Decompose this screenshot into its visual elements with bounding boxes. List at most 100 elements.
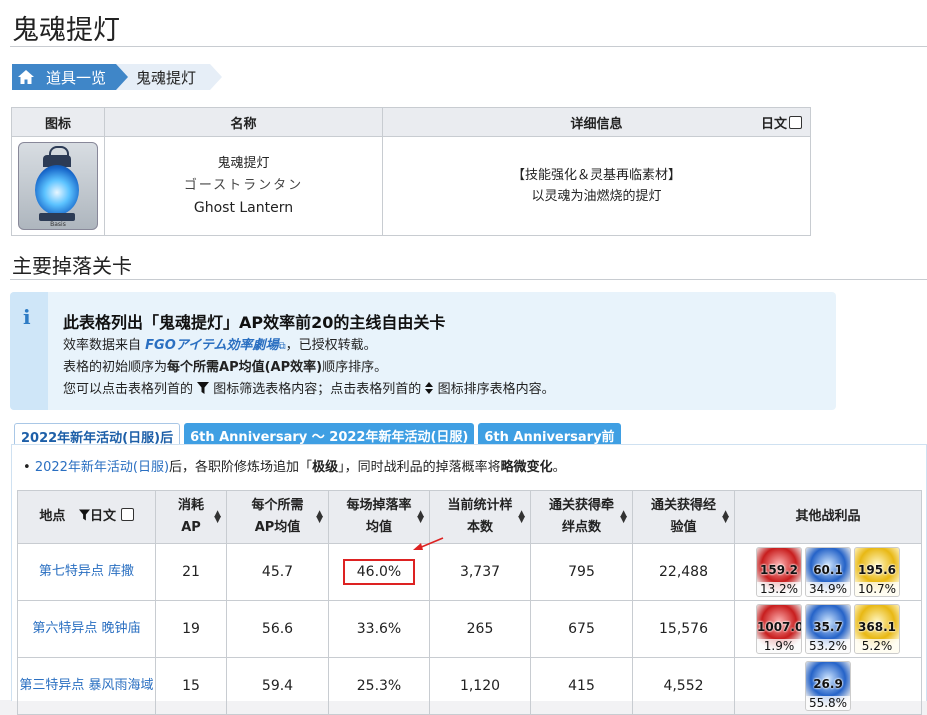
sort-icon[interactable]: ▲ ▼ xyxy=(722,510,729,525)
col-rate-line1: 每场掉落率 xyxy=(346,498,412,513)
drop-item-value: 26.9 xyxy=(813,677,843,691)
sort-icon xyxy=(425,382,434,394)
notice-line3-a: 您可以点击表格列首的 xyxy=(63,382,194,397)
location-cell: 第三特异点 暴风雨海域 xyxy=(17,657,156,715)
note-text-a: 后，各职阶修炼场追加「 xyxy=(169,460,313,475)
event-link[interactable]: 2022年新年活动(日服) xyxy=(35,460,169,475)
col-location-label: 地点 xyxy=(39,509,66,524)
exp-cell: 15,576 xyxy=(659,621,708,637)
location-cell: 第七特异点 库撒 xyxy=(17,543,156,601)
filter-icon xyxy=(197,382,210,394)
bond-cell: 675 xyxy=(568,621,595,637)
page: 鬼魂提灯 道具一览 鬼魂提灯 图标 名称 详细信息 日文 Basis 鬼魂提灯 … xyxy=(0,0,927,715)
drop-item-icon[interactable]: 159.2 13.2% xyxy=(756,547,802,597)
jp-toggle-checkbox[interactable] xyxy=(789,116,802,129)
col-other-drops: 其他战利品 xyxy=(734,490,922,544)
ap-cell: 19 xyxy=(155,600,227,658)
col-bond[interactable]: 通关获得牵 绊点数 ▲ ▼ xyxy=(530,490,633,544)
drop-item-icon[interactable]: 1007.0 1.9% xyxy=(756,604,802,654)
item-name-cell: 鬼魂提灯 ゴーストランタン Ghost Lantern xyxy=(104,136,383,236)
drop-item-rate: 1.9% xyxy=(757,639,801,653)
filter-icon[interactable] xyxy=(79,509,91,521)
drop-rate-cell: 46.0% xyxy=(342,559,416,585)
notice-line1-prefix: 效率数据来自 xyxy=(63,338,146,353)
data-source-link[interactable]: FGOアイテム効率劇場 xyxy=(145,338,278,353)
header-name: 名称 xyxy=(104,107,383,137)
drop-item-value: 368.1 xyxy=(858,620,896,634)
drop-item-rate: 53.2% xyxy=(806,639,850,653)
home-icon xyxy=(18,70,34,84)
drop-table: 地点 日文 消耗 AP ▲ ▼ 每个所需 AP均值 ▲ ▼ 每场掉落率 均值 ▲ ▼ … xyxy=(17,490,922,715)
bond-cell: 675 xyxy=(530,600,633,658)
bond-cell: 795 xyxy=(568,564,595,580)
breadcrumb-home[interactable] xyxy=(12,64,40,90)
drop-item-rate: 10.7% xyxy=(855,582,899,596)
other-drops-cell: 159.2 13.2% 60.1 34.9% 195.6 10.7% xyxy=(734,543,922,601)
col-avg[interactable]: 每个所需 AP均值 ▲ ▼ xyxy=(226,490,329,544)
exp-cell: 22,488 xyxy=(632,543,735,601)
other-drops-cell: 26.9 55.8% xyxy=(734,657,922,715)
samples-cell: 265 xyxy=(466,621,494,637)
note-text-c: 。 xyxy=(552,460,566,475)
drop-item-icon[interactable]: 35.7 53.2% xyxy=(805,604,851,654)
jp-checkbox[interactable] xyxy=(120,508,134,521)
table-row: 第七特异点 库撒 21 45.7 46.0% 3,737 795 22,488 159.2 13… xyxy=(17,543,922,601)
avg-ap-cell: 56.6 xyxy=(261,621,294,637)
notice-line-3: 您可以点击表格列首的 图标筛选表格内容；点击表格列首的 图标排序表格内容。 xyxy=(63,378,555,397)
location-link[interactable]: 第三特异点 暴风雨海域 xyxy=(19,678,153,693)
other-drops-cell: 1007.0 1.9% 35.7 53.2% 368.1 5.2% xyxy=(734,600,922,658)
table-row: 第六特异点 晚钟庙 19 56.6 33.6% 265 675 15,576 1007.0 1.… xyxy=(17,600,922,658)
col-exp-line1: 通关获得经 xyxy=(650,498,716,513)
samples-cell: 3,737 xyxy=(459,564,501,580)
ap-cell: 15 xyxy=(182,678,200,694)
avg-ap-cell: 45.7 xyxy=(226,543,329,601)
drop-item-value: 1007.0 xyxy=(757,620,802,634)
drop-item-value: 159.2 xyxy=(760,563,798,577)
sort-icon[interactable]: ▲ ▼ xyxy=(214,510,221,525)
location-link[interactable]: 第六特异点 晚钟庙 xyxy=(32,621,140,636)
external-link-icon: ⧉ xyxy=(278,341,286,352)
item-name-cn: 鬼魂提灯 xyxy=(217,156,270,171)
bullet-dot: • xyxy=(23,460,35,475)
avg-ap-cell: 59.4 xyxy=(226,657,329,715)
notice-line1-suffix: ，已授权转载。 xyxy=(285,338,377,353)
col-exp[interactable]: 通关获得经 验值 ▲ ▼ xyxy=(632,490,735,544)
sort-icon[interactable]: ▲ ▼ xyxy=(417,510,424,525)
header-icon: 图标 xyxy=(11,107,105,137)
drop-item-icon[interactable]: 195.6 10.7% xyxy=(854,547,900,597)
header-detail: 详细信息 日文 xyxy=(382,107,811,137)
breadcrumb-current: 鬼魂提灯 xyxy=(116,64,223,90)
col-ap[interactable]: 消耗 AP ▲ ▼ xyxy=(155,490,227,544)
item-name-en: Ghost Lantern xyxy=(193,200,294,216)
item-detail-line1: 【技能强化＆灵基再临素材】 xyxy=(511,168,681,183)
col-samples-line2: 本数 xyxy=(466,520,493,535)
col-exp-line2: 验值 xyxy=(670,520,697,535)
jp-toggle[interactable]: 日文 xyxy=(761,113,802,132)
drop-item-rate: 55.8% xyxy=(806,696,850,710)
ap-cell: 21 xyxy=(155,543,227,601)
drop-item-icon[interactable]: 368.1 5.2% xyxy=(854,604,900,654)
samples-cell: 265 xyxy=(429,600,531,658)
item-icon-label: Basis xyxy=(50,221,66,228)
drop-item-icon[interactable]: 60.1 34.9% xyxy=(805,547,851,597)
sort-icon[interactable]: ▲ ▼ xyxy=(620,510,627,525)
col-samples-line1: 当前统计样 xyxy=(447,498,513,513)
drop-item-rate: 13.2% xyxy=(757,582,801,596)
drop-item-icon[interactable]: 26.9 55.8% xyxy=(805,661,851,711)
breadcrumb: 道具一览 鬼魂提灯 xyxy=(12,64,223,90)
table-row: 第三特异点 暴风雨海域 15 59.4 25.3% 1,120 415 4,552 26.9 5… xyxy=(17,657,922,715)
sort-icon[interactable]: ▲ ▼ xyxy=(316,510,323,525)
col-bond-line2: 绊点数 xyxy=(561,520,601,535)
breadcrumb-parent-link[interactable]: 道具一览 xyxy=(40,64,129,90)
page-title: 鬼魂提灯 xyxy=(12,15,120,46)
col-avg-line2: AP均值 xyxy=(254,520,301,535)
exp-cell: 22,488 xyxy=(659,564,708,580)
section-divider xyxy=(10,279,927,280)
notice-line-1: 效率数据来自 FGOアイテム効率劇場⧉，已授权转载。 xyxy=(63,334,377,353)
location-link[interactable]: 第七特异点 库撒 xyxy=(39,564,134,579)
sort-icon[interactable]: ▲ ▼ xyxy=(518,510,525,525)
col-location[interactable]: 地点 日文 xyxy=(17,490,156,544)
drop-rate-cell: 25.3% xyxy=(356,678,402,694)
notice-title: 此表格列出「鬼魂提灯」AP效率前20的主线自由关卡 xyxy=(63,313,446,332)
samples-cell: 1,120 xyxy=(459,678,501,694)
